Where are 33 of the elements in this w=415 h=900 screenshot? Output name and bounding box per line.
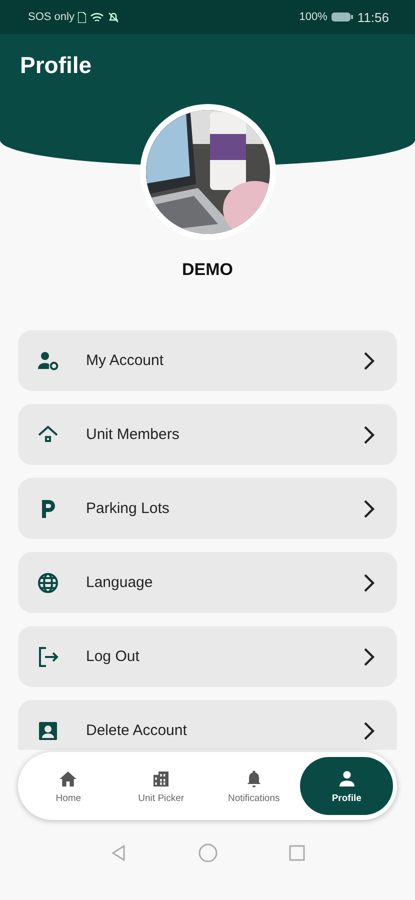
menu-item[interactable]: Parking Lots: [18, 478, 397, 539]
home-icon: [58, 768, 78, 788]
menu-item[interactable]: Language: [18, 552, 397, 613]
menu-item[interactable]: Log Out: [18, 626, 397, 687]
battery-percent: 100%: [299, 11, 328, 23]
sim-icon: [78, 12, 86, 22]
building-icon: [151, 768, 172, 788]
chevron-right-icon: [363, 350, 375, 370]
menu-item[interactable]: Unit Members: [18, 404, 397, 465]
chevron-right-icon: [363, 646, 375, 666]
chevron-right-icon: [363, 720, 375, 740]
nav-tab[interactable]: Notifications: [208, 757, 300, 815]
carrier-text: SOS only: [28, 11, 74, 23]
clock-text: 11:56: [357, 10, 389, 24]
globe-icon: [36, 570, 60, 594]
logout-icon: [36, 644, 60, 668]
home-circle-icon[interactable]: [198, 843, 218, 863]
nav-tab[interactable]: Home: [22, 757, 115, 815]
recents-icon[interactable]: [288, 844, 306, 862]
person-icon: [336, 768, 357, 788]
battery-icon: [331, 12, 354, 22]
user-name: DEMO: [181, 260, 234, 280]
muted-bell-icon: [108, 12, 120, 22]
nav-tab[interactable]: Profile: [300, 757, 393, 815]
back-icon[interactable]: [110, 844, 128, 862]
page-title: Profile: [20, 52, 92, 79]
menu-item[interactable]: My Account: [18, 330, 397, 391]
nav-tab[interactable]: Unit Picker: [114, 757, 208, 815]
chevron-right-icon: [363, 424, 375, 444]
wifi-icon: [90, 12, 104, 22]
chevron-right-icon: [363, 572, 375, 592]
chevron-right-icon: [363, 498, 375, 518]
menu-item[interactable]: Delete Account: [18, 700, 397, 750]
